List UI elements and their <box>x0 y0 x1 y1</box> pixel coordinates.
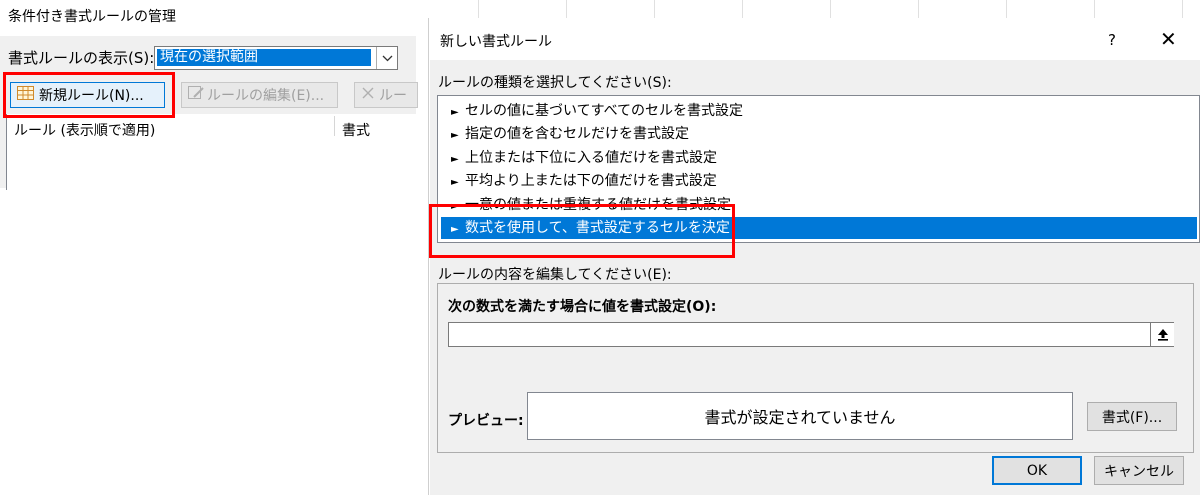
highlight-box-formula-rule <box>429 204 735 258</box>
x-icon <box>361 86 375 104</box>
rule-type-label-text: セルの値に基づいてすべてのセルを書式設定 <box>465 103 744 119</box>
formula-input[interactable] <box>448 322 1174 347</box>
formula-label: 次の数式を満たす場合に値を書式設定(O): <box>448 299 717 315</box>
edit-rule-label: ルールの編集(E)... <box>207 88 325 104</box>
chevron-down-icon[interactable] <box>376 47 397 69</box>
edit-rule-label: ルールの内容を編集してください(E): <box>438 267 672 283</box>
close-icon[interactable]: ✕ <box>1160 27 1177 51</box>
rule-type-label-text: 平均より上または下の値だけを書式設定 <box>465 173 717 189</box>
column-header-format[interactable]: 書式 <box>342 120 370 140</box>
rules-manager-title: 条件付き書式ルールの管理 <box>8 9 176 25</box>
rule-type-item[interactable]: ► 平均より上または下の値だけを書式設定 <box>441 170 741 192</box>
column-header-rule[interactable]: ルール (表示順で適用) <box>14 120 155 140</box>
show-rules-value: 現在の選択範囲 <box>157 49 371 66</box>
highlight-box-new-rule <box>3 72 175 118</box>
spreadsheet-background <box>416 0 1200 18</box>
delete-rule-label: ルー <box>379 88 407 104</box>
rule-type-label-text: 指定の値を含むセルだけを書式設定 <box>465 126 689 142</box>
help-icon[interactable]: ? <box>1108 31 1116 49</box>
edit-rule-button[interactable]: ルールの編集(E)... <box>181 82 338 108</box>
rule-type-item[interactable]: ► 上位または下位に入る値だけを書式設定 <box>441 147 741 169</box>
column-divider <box>334 116 335 136</box>
ok-button[interactable]: OK <box>992 456 1082 485</box>
preview-label: プレビュー: <box>448 413 524 429</box>
arrow-bullet-icon: ► <box>451 154 459 165</box>
rule-type-item[interactable]: ► 指定の値を含むセルだけを書式設定 <box>441 123 741 145</box>
format-button[interactable]: 書式(F)... <box>1087 402 1177 431</box>
arrow-bullet-icon: ► <box>451 130 459 141</box>
cancel-button[interactable]: キャンセル <box>1094 456 1184 485</box>
arrow-bullet-icon: ► <box>451 177 459 188</box>
preview-text: 書式が設定されていません <box>704 408 896 427</box>
rule-type-label-text: 上位または下位に入る値だけを書式設定 <box>465 150 717 166</box>
collapse-arrow-icon[interactable] <box>1150 323 1174 346</box>
rule-type-item[interactable]: ► セルの値に基づいてすべてのセルを書式設定 <box>441 100 744 122</box>
delete-rule-button[interactable]: ルー <box>354 82 418 108</box>
new-rule-dialog-title: 新しい書式ルール <box>440 34 552 50</box>
arrow-bullet-icon: ► <box>451 107 459 118</box>
edit-icon <box>188 86 204 104</box>
preview-box: 書式が設定されていません <box>527 392 1073 440</box>
show-rules-dropdown[interactable]: 現在の選択範囲 <box>154 46 398 70</box>
show-rules-label: 書式ルールの表示(S): <box>8 49 155 67</box>
rule-type-label: ルールの種類を選択してください(S): <box>438 75 672 91</box>
